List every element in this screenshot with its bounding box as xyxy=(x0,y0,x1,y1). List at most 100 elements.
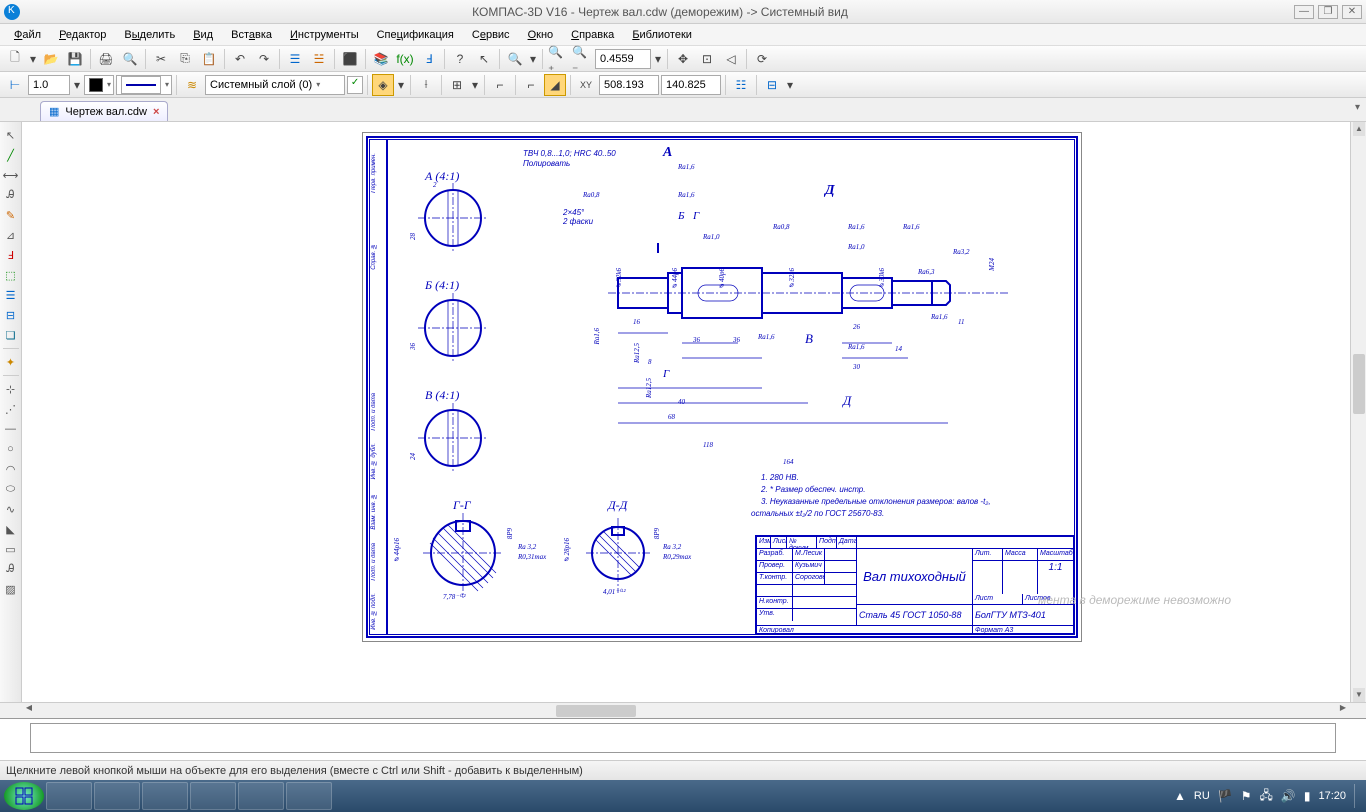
tool-rect[interactable]: ▭ xyxy=(2,540,20,558)
language-indicator[interactable]: RU xyxy=(1194,790,1210,802)
ortho2-button[interactable]: ⌐ xyxy=(520,74,542,96)
tool-insert[interactable]: ❏ xyxy=(2,326,20,344)
save-button[interactable]: 💾 xyxy=(64,48,86,70)
tool-spec[interactable]: ☰ xyxy=(2,286,20,304)
vars2-button[interactable]: Ⅎ xyxy=(418,48,440,70)
tool-measure[interactable]: Ⅎ xyxy=(2,246,20,264)
tool-hatch[interactable]: ▨ xyxy=(2,580,20,598)
cut-button[interactable]: ✂ xyxy=(150,48,172,70)
undo-button[interactable]: ↶ xyxy=(229,48,251,70)
task-item[interactable] xyxy=(238,782,284,810)
tool-text[interactable]: Ꭿ xyxy=(2,186,20,204)
ortho-button[interactable]: ⊢ xyxy=(4,74,26,96)
task-item[interactable] xyxy=(46,782,92,810)
task-item[interactable] xyxy=(286,782,332,810)
cursor-button[interactable]: ↖ xyxy=(473,48,495,70)
close-button[interactable]: ✕ xyxy=(1342,5,1362,19)
tool-line[interactable]: ╱ xyxy=(2,146,20,164)
scroll-down-icon[interactable]: ▼ xyxy=(1353,688,1365,702)
prev-view-button[interactable]: ◁ xyxy=(720,48,742,70)
menu-file[interactable]: Файл xyxy=(6,27,49,43)
network-icon[interactable]: 🖧 xyxy=(1260,786,1273,807)
property-box[interactable] xyxy=(30,723,1336,753)
coord-x-input[interactable] xyxy=(599,75,659,95)
refresh-button[interactable]: ⟳ xyxy=(751,48,773,70)
task-item[interactable] xyxy=(94,782,140,810)
tool-glyph[interactable]: Ꭿ xyxy=(2,560,20,578)
new-dropdown[interactable]: ▾ xyxy=(28,48,38,70)
spec-button[interactable]: ⊟ xyxy=(761,74,783,96)
menu-window[interactable]: Окно xyxy=(520,27,562,43)
properties-button[interactable]: ☰ xyxy=(284,48,306,70)
close-tab-button[interactable]: × xyxy=(153,106,159,118)
doc-tab[interactable]: ▦ Чертеж вал.cdw × xyxy=(40,101,168,121)
line-style-dropdown[interactable]: ▾ xyxy=(116,75,172,95)
clock[interactable]: 17:20 xyxy=(1318,790,1346,802)
scale-dropdown[interactable]: ▾ xyxy=(72,74,82,96)
menu-insert[interactable]: Вставка xyxy=(223,27,280,43)
tool-ellipse[interactable]: ⬭ xyxy=(2,480,20,498)
menu-service[interactable]: Сервис xyxy=(464,27,518,43)
zoom-input[interactable] xyxy=(595,49,651,69)
menu-libs[interactable]: Библиотеки xyxy=(624,27,700,43)
scrollbar-vertical[interactable]: ▲ ▼ xyxy=(1350,122,1366,702)
action-center-icon[interactable]: ⚑ xyxy=(1241,789,1252,803)
canvas[interactable]: Перв. примен. Справ. № Подп. и дата Инв.… xyxy=(22,122,1350,702)
print-preview-button[interactable]: 🔍 xyxy=(119,48,141,70)
tool-edit[interactable]: ✎ xyxy=(2,206,20,224)
spec-dropdown[interactable]: ▾ xyxy=(785,74,795,96)
battery-icon[interactable]: ▮ xyxy=(1304,789,1311,803)
tool-spline[interactable]: ∿ xyxy=(2,500,20,518)
zoom-value-dropdown[interactable]: ▾ xyxy=(653,48,663,70)
layers-button[interactable]: ≋ xyxy=(181,74,203,96)
tree-button[interactable]: ☱ xyxy=(308,48,330,70)
tool-aux[interactable]: ⋰ xyxy=(2,400,20,418)
pan-button[interactable]: ✥ xyxy=(672,48,694,70)
paste-button[interactable]: 📋 xyxy=(198,48,220,70)
scroll-right-icon[interactable]: ▶ xyxy=(1336,703,1350,718)
round-button[interactable]: ◢ xyxy=(544,74,566,96)
help-button[interactable]: ? xyxy=(449,48,471,70)
tool-dim[interactable]: ⟷ xyxy=(2,166,20,184)
grid-button[interactable]: ⊞ xyxy=(446,74,468,96)
local-cs-button[interactable]: ⌐ xyxy=(489,74,511,96)
tool-param[interactable]: ⊿ xyxy=(2,226,20,244)
tool-chamfer[interactable]: ◣ xyxy=(2,520,20,538)
tool-report[interactable]: ⊟ xyxy=(2,306,20,324)
dim-button[interactable]: ⟊ xyxy=(415,74,437,96)
flag-icon[interactable]: 🏴 xyxy=(1218,789,1233,803)
menu-spec[interactable]: Спецификация xyxy=(369,27,462,43)
tool-seg[interactable]: — xyxy=(2,420,20,438)
new-button[interactable]: 🗋 xyxy=(4,48,26,70)
volume-icon[interactable]: 🔊 xyxy=(1281,789,1296,803)
tool-circle[interactable]: ○ xyxy=(2,440,20,458)
print-button[interactable]: 🖨 xyxy=(95,48,117,70)
grid-dropdown[interactable]: ▾ xyxy=(470,74,480,96)
tool-select2[interactable]: ⬚ xyxy=(2,266,20,284)
tool-arc[interactable]: ◠ xyxy=(2,460,20,478)
coord-mode-button[interactable]: XY xyxy=(575,74,597,96)
tray-show-hidden-icon[interactable]: ▲ xyxy=(1174,789,1186,803)
scale-input[interactable] xyxy=(28,75,70,95)
task-item[interactable] xyxy=(190,782,236,810)
menu-help[interactable]: Справка xyxy=(563,27,622,43)
stop-button[interactable]: ⬛ xyxy=(339,48,361,70)
zoom-window-button[interactable]: 🔍 xyxy=(504,48,526,70)
copy-button[interactable]: ⎘ xyxy=(174,48,196,70)
menu-tools[interactable]: Инструменты xyxy=(282,27,367,43)
tool-axis[interactable]: ✦ xyxy=(2,353,20,371)
scrollbar-horizontal[interactable]: ◀ ▶ xyxy=(0,702,1366,718)
color-dropdown[interactable]: ▾ xyxy=(84,75,114,95)
layer-dropdown[interactable]: Системный слой (0)▾ xyxy=(205,75,345,95)
redo-button[interactable]: ↷ xyxy=(253,48,275,70)
menu-select[interactable]: Выделить xyxy=(116,27,183,43)
views-button[interactable]: ☷ xyxy=(730,74,752,96)
scroll-thumb[interactable] xyxy=(1353,354,1365,414)
start-button[interactable] xyxy=(4,782,44,810)
library-button[interactable]: 📚 xyxy=(370,48,392,70)
menu-view[interactable]: Вид xyxy=(185,27,221,43)
task-item[interactable] xyxy=(142,782,188,810)
zoom-out-button[interactable]: 🔍₋ xyxy=(571,48,593,70)
minimize-button[interactable]: — xyxy=(1294,5,1314,19)
coord-y-input[interactable] xyxy=(661,75,721,95)
